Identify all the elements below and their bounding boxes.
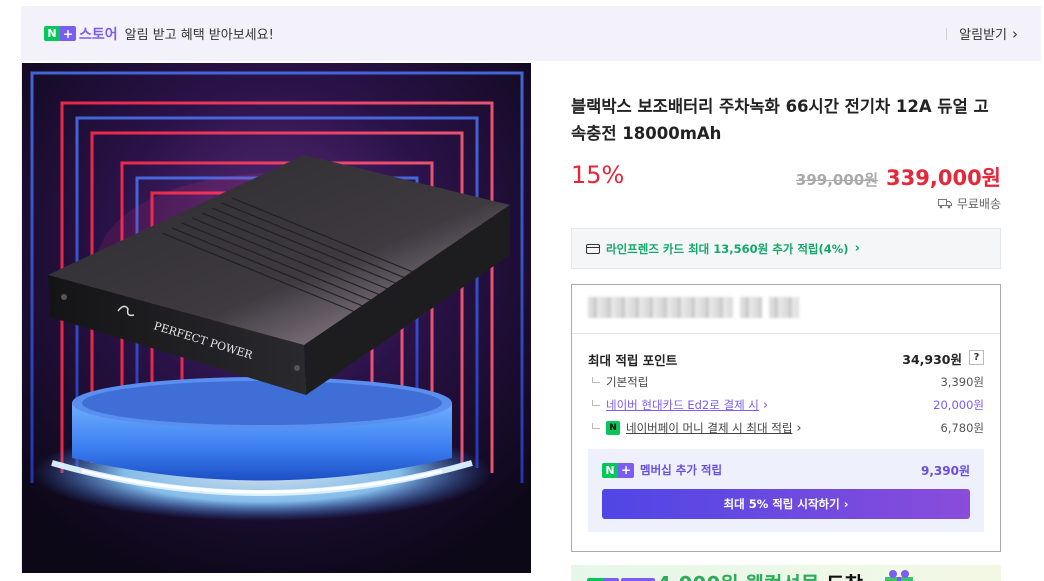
- product-main-image[interactable]: PERFECT POWER: [21, 63, 531, 573]
- coupon-amount-text: 4,000원 웰컴선물: [657, 572, 819, 581]
- points-panel: 최대 적립 포인트 34,930원 ? 기본적립 3,390원 네이버 현대카드…: [571, 284, 1001, 552]
- start-membership-button[interactable]: 최대 5% 적립 시작하기 ›: [602, 489, 970, 519]
- membership-points-value: 9,390원: [921, 464, 970, 478]
- naver-plus-badge: N +: [602, 462, 634, 478]
- max-points-value: 34,930원: [902, 352, 962, 367]
- divider: [946, 27, 948, 40]
- coupon-text: 4,000원 웰컴선물 도착: [657, 568, 863, 581]
- points-row-basic: 기본적립 3,390원: [592, 374, 984, 390]
- divider: [572, 333, 1000, 334]
- card-benefit-text: 라인프렌즈 카드 최대 13,560원 추가 적립(4%): [606, 241, 849, 256]
- truck-icon: [937, 199, 952, 209]
- points-row-label: 네이버 현대카드 Ed2로 결제 시: [606, 398, 759, 412]
- points-row-value: 20,000원: [933, 398, 984, 412]
- tree-line-icon: [592, 399, 600, 406]
- sale-price: 339,000원: [886, 166, 1001, 190]
- max-points-label: 최대 적립 포인트: [588, 353, 678, 368]
- blurred-seller-info: [588, 297, 799, 318]
- shipping-label: 무료배송: [956, 197, 1001, 211]
- points-help-button[interactable]: ?: [969, 350, 984, 365]
- banner-message: 알림 받고 혜택 받아보세요!: [124, 28, 274, 43]
- naver-n-icon: N: [44, 26, 60, 41]
- chevron-right-icon: ›: [1012, 24, 1018, 43]
- coupon-arrive-text: 도착: [826, 572, 863, 581]
- points-row-label: 기본적립: [606, 375, 649, 389]
- alert-subscribe-button[interactable]: 알림받기 ›: [946, 24, 1018, 43]
- price-block: 399,000원 339,000원: [796, 162, 1001, 192]
- discount-rate: 15%: [571, 161, 625, 189]
- naverpay-icon: N: [606, 421, 620, 435]
- naver-n-icon: N: [602, 462, 618, 478]
- membership-label-group: N + 멤버십 추가 적립: [602, 462, 722, 478]
- credit-card-icon: [586, 243, 600, 254]
- blurred-text: [740, 297, 762, 318]
- blurred-text: [769, 297, 799, 318]
- membership-benefit-box: N + 멤버십 추가 적립 9,390원 최대 5% 적립 시작하기 ›: [588, 449, 984, 532]
- plus-icon: +: [60, 26, 76, 41]
- gift-icon: [885, 570, 913, 581]
- naver-plus-badge: N +: [44, 26, 76, 41]
- membership-label: 멤버십 추가 적립: [640, 463, 723, 477]
- store-brand-label: 스토어: [79, 26, 118, 43]
- product-title: 블랙박스 보조배터리 주차녹화 66시간 전기차 12A 듀얼 고속충전 180…: [571, 97, 989, 143]
- plus-icon: +: [618, 462, 634, 478]
- original-price: 399,000원: [795, 171, 879, 189]
- tree-line-icon: [592, 422, 600, 429]
- chevron-right-icon: ›: [796, 420, 802, 436]
- chevron-right-icon: ›: [762, 397, 769, 413]
- points-row-label: 네이버페이 머니 결제 시 최대 적립: [626, 421, 793, 435]
- card-benefit-link[interactable]: 라인프렌즈 카드 최대 13,560원 추가 적립(4%) ›: [571, 228, 1001, 269]
- points-row-value: 6,780원: [940, 421, 984, 435]
- points-row-naverpay-money[interactable]: N 네이버페이 머니 결제 시 최대 적립 › 6,780원: [592, 420, 984, 436]
- product-photo: PERFECT POWER: [22, 63, 531, 573]
- points-row-value: 3,390원: [940, 375, 984, 389]
- welcome-coupon-banner[interactable]: N + 4,000원 웰컴선물 도착: [571, 565, 1001, 581]
- alert-subscribe-label: 알림받기: [959, 28, 1007, 43]
- store-alert-banner: N + 스토어 알림 받고 혜택 받아보세요! 알림받기 ›: [21, 6, 1041, 61]
- chevron-right-icon: ›: [854, 241, 860, 256]
- tree-line-icon: [592, 376, 600, 383]
- shipping-info: 무료배송: [937, 195, 1001, 212]
- points-row-hyundai-card[interactable]: 네이버 현대카드 Ed2로 결제 시 › 20,000원: [592, 397, 984, 413]
- naver-plus-store-logo: N + 스토어: [44, 24, 118, 44]
- blurred-text: [588, 297, 733, 318]
